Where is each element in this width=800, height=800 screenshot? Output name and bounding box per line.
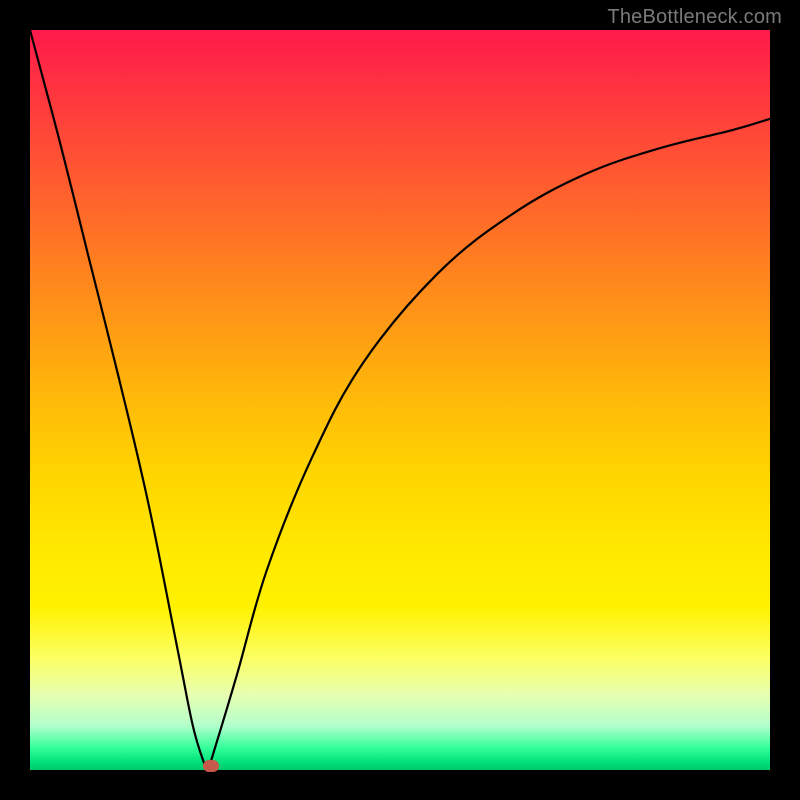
bottleneck-curve [30, 30, 770, 770]
plot-area [30, 30, 770, 770]
watermark-text: TheBottleneck.com [607, 6, 782, 29]
curve-path [30, 30, 770, 771]
optimal-point-marker [203, 760, 219, 772]
chart-frame: TheBottleneck.com [0, 0, 800, 800]
